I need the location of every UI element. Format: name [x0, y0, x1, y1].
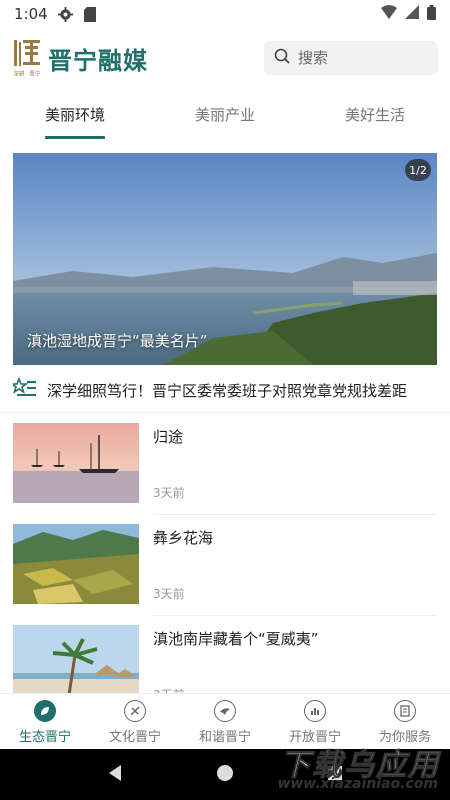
tab-active-indicator [45, 136, 105, 139]
settings-gear-icon [58, 6, 74, 22]
divider [0, 412, 450, 413]
culture-icon [124, 700, 146, 722]
nav-eco-jinning[interactable]: 生态晋宁 [0, 694, 90, 749]
list-item[interactable]: 归途 3天前 [0, 414, 450, 515]
article-time: 3天前 [153, 587, 185, 601]
app-logo: 深耕 · 晋宁 晋宁融媒 [12, 38, 148, 78]
banner-carousel[interactable]: 1/2 滇池湿地成晋宁“最美名片” [13, 153, 437, 365]
article-thumbnail [13, 524, 139, 604]
article-title: 滇池南岸藏着个“夏威夷” [153, 630, 319, 648]
logo-mark: 深耕 · 晋宁 [12, 38, 42, 78]
banner-page-indicator: 1/2 [405, 159, 431, 181]
watermark-url: www.xiazainiao.com [277, 776, 438, 792]
signal-icon [405, 5, 419, 23]
home-icon[interactable] [216, 764, 234, 786]
tab-beautiful-environment[interactable]: 美丽环境 [0, 96, 150, 140]
list-item[interactable]: 彝乡花海 3天前 [0, 515, 450, 616]
tab-good-life[interactable]: 美好生活 [300, 96, 450, 140]
wifi-icon [381, 5, 397, 23]
article-time: 3天前 [153, 486, 185, 500]
article-title: 彝乡花海 [153, 529, 214, 547]
article-title: 归途 [153, 428, 184, 446]
app-title: 晋宁融媒 [48, 46, 148, 75]
logo-slogan: 深耕 · 晋宁 [13, 71, 41, 78]
headline-ticker[interactable]: 深学细照笃行！晋宁区委常委班子对照党章党规找差距 [0, 372, 450, 408]
nav-harmony-jinning[interactable]: 和谐晋宁 [180, 694, 270, 749]
sd-card-icon [82, 6, 98, 22]
dove-icon [214, 700, 236, 722]
search-box[interactable] [264, 41, 438, 75]
tab-label: 美丽环境 [44, 106, 105, 124]
category-tabs: 美丽环境 美丽产业 美好生活 [0, 96, 450, 140]
search-icon [274, 48, 290, 68]
nav-label: 生态晋宁 [18, 730, 71, 745]
document-icon [394, 700, 416, 722]
app-header: 深耕 · 晋宁 晋宁融媒 [0, 36, 450, 80]
status-time: 1:04 [14, 5, 48, 23]
tab-label: 美丽产业 [194, 106, 255, 124]
chart-icon [304, 700, 326, 722]
news-list-icon [9, 376, 37, 403]
battery-icon [427, 4, 436, 24]
leaf-icon [34, 700, 56, 722]
banner-caption: 滇池湿地成晋宁“最美名片” [27, 332, 208, 350]
status-bar: 1:04 [0, 0, 450, 28]
watermark: 下载乌应用 www.xiazainiao.com [268, 738, 446, 794]
ticker-headline: 深学细照笃行！晋宁区委常委班子对照党章党规找差距 [47, 381, 408, 400]
search-input[interactable] [298, 49, 418, 67]
nav-label: 和谐晋宁 [198, 730, 251, 745]
back-icon[interactable] [107, 764, 123, 786]
tab-beautiful-industry[interactable]: 美丽产业 [150, 96, 300, 140]
article-thumbnail [13, 423, 139, 503]
nav-culture-jinning[interactable]: 文化晋宁 [90, 694, 180, 749]
nav-label: 文化晋宁 [108, 730, 161, 745]
tab-label: 美好生活 [344, 106, 405, 124]
article-list: 归途 3天前 彝乡花海 3天前 滇池南岸藏着个“夏威夷” [0, 414, 450, 717]
